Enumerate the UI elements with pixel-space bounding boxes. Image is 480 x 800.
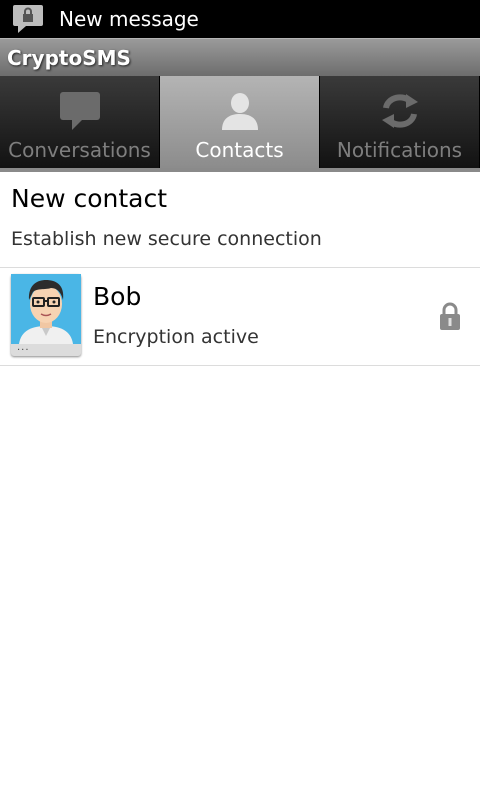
title-bar: CryptoSMS [0,38,480,76]
lock-icon [439,302,461,332]
avatar-image [11,274,81,344]
tab-label: Notifications [336,138,463,162]
notification-text: New message [59,7,199,31]
tab-notifications[interactable]: Notifications [320,76,480,168]
contact-status: Encryption active [93,326,259,348]
tab-conversations[interactable]: Conversations [0,76,160,168]
tab-label: Conversations [8,138,151,162]
new-contact-item[interactable]: New contact Establish new secure connect… [0,172,480,268]
new-contact-title: New contact [11,184,168,213]
contact-name: Bob [93,282,142,311]
list-item[interactable]: ... Bob Encryption active [0,268,480,366]
new-contact-subtitle: Establish new secure connection [11,228,322,250]
status-bar[interactable]: New message [0,0,480,38]
avatar-badge: ... [17,342,30,353]
contact-list: New contact Establish new secure connect… [0,172,480,366]
avatar: ... [11,274,81,356]
tab-label: Contacts [195,138,284,162]
speech-bubble-icon [0,76,159,132]
person-icon [160,76,319,132]
tab-contacts[interactable]: Contacts [160,76,320,168]
locked-message-icon [12,4,44,34]
tab-bar: Conversations Contacts Notifications [0,76,480,172]
sync-icon [320,76,479,132]
app-title: CryptoSMS [7,45,131,70]
